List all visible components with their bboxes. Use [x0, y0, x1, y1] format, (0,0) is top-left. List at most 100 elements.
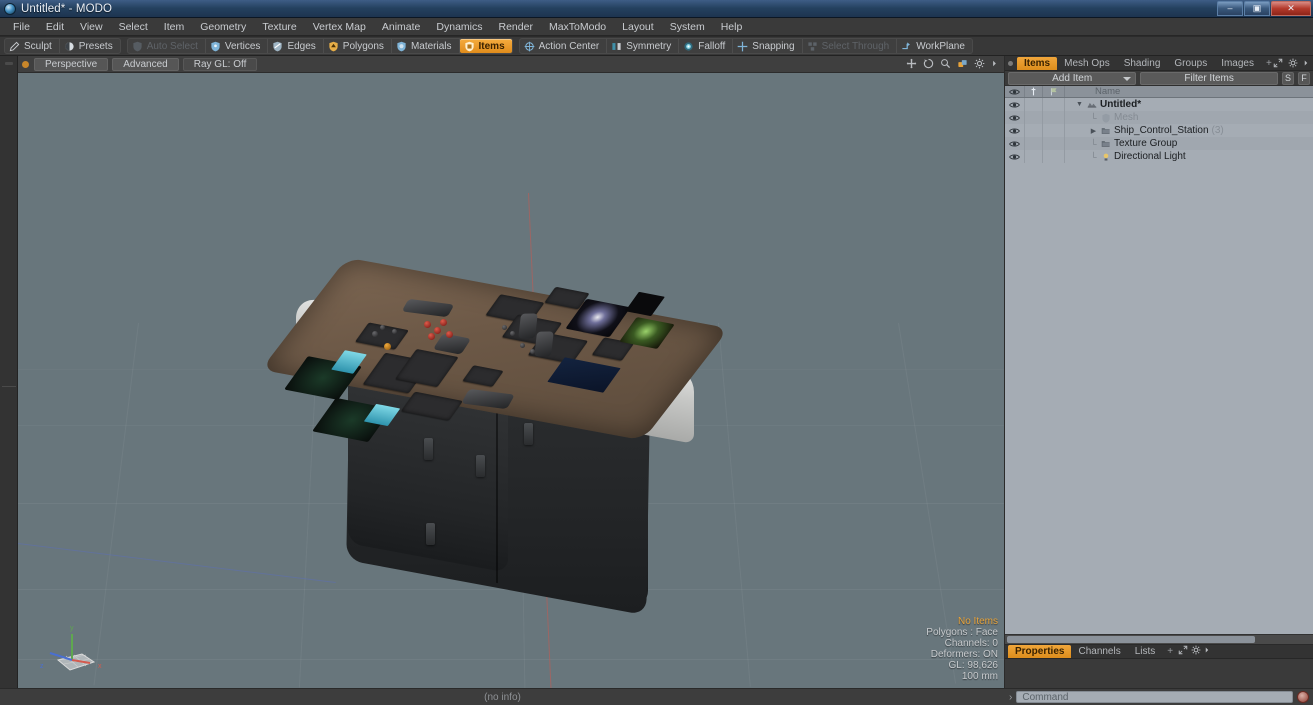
properties-more-arrow-icon[interactable] — [1204, 645, 1210, 655]
panel-menu-dot-icon[interactable] — [1008, 60, 1013, 66]
menu-file[interactable]: File — [5, 20, 38, 34]
zoom-magnifier-icon[interactable] — [940, 58, 951, 69]
menu-vertex-map[interactable]: Vertex Map — [305, 20, 374, 34]
menu-animate[interactable]: Animate — [374, 20, 429, 34]
mode-toolbar: Sculpt Presets Auto Select Vertices Edges Po… — [0, 37, 1313, 56]
left-tool-strip[interactable] — [0, 56, 18, 688]
pan-icon[interactable] — [906, 58, 917, 69]
item-list[interactable]: ▼ Untitled* └ Mesh ▶ Ship_Control_Station (3) └… — [1005, 98, 1313, 638]
visibility-toggle[interactable] — [1005, 111, 1025, 124]
menu-layout[interactable]: Layout — [614, 20, 662, 34]
menu-system[interactable]: System — [662, 20, 713, 34]
menu-edit[interactable]: Edit — [38, 20, 72, 34]
tab--[interactable]: + — [1162, 645, 1178, 658]
menu-dynamics[interactable]: Dynamics — [428, 20, 490, 34]
toolbar-button-presets[interactable]: Presets — [60, 39, 120, 53]
item-list-horizontal-scrollbar[interactable] — [1005, 634, 1313, 644]
column-pin-header[interactable] — [1025, 86, 1043, 97]
toolbar-button-sculpt[interactable]: Sculpt — [5, 39, 60, 53]
visibility-toggle[interactable] — [1005, 124, 1025, 137]
menu-select[interactable]: Select — [111, 20, 156, 34]
pin-toggle[interactable] — [1025, 150, 1043, 163]
tab-groups[interactable]: Groups — [1167, 57, 1214, 70]
maximize-button[interactable]: ▣ — [1244, 1, 1270, 16]
visibility-toggle[interactable] — [1005, 137, 1025, 150]
tree-elbow-icon: └ — [1090, 112, 1097, 123]
axis-gizmo[interactable]: z x y — [38, 620, 108, 676]
menu-texture[interactable]: Texture — [254, 20, 304, 34]
item-list-row[interactable]: └ Directional Light — [1005, 150, 1313, 163]
rotate-icon[interactable] — [923, 58, 934, 69]
item-list-toolbar: Add Item Filter Items S F — [1005, 71, 1313, 86]
tab-shading[interactable]: Shading — [1117, 57, 1168, 70]
tab-images[interactable]: Images — [1214, 57, 1261, 70]
visibility-toggle[interactable] — [1005, 150, 1025, 163]
scrollbar-thumb[interactable] — [1007, 636, 1255, 643]
filter-items-input[interactable]: Filter Items — [1140, 71, 1279, 85]
twisty-open-icon[interactable]: ▼ — [1075, 101, 1084, 108]
toolbar-button-edges[interactable]: Edges — [268, 39, 324, 53]
toolbar-button-symmetry[interactable]: Symmetry — [607, 39, 680, 53]
render-toggle[interactable] — [1043, 98, 1065, 111]
toolbar-button-workplane[interactable]: WorkPlane — [897, 39, 972, 53]
filter-folder-button[interactable]: F — [1298, 71, 1311, 85]
render-toggle[interactable] — [1043, 124, 1065, 137]
minimize-button[interactable]: – — [1217, 1, 1243, 16]
menu-help[interactable]: Help — [713, 20, 751, 34]
panel-settings-gear-icon[interactable] — [1288, 58, 1298, 68]
chevron-down-icon[interactable] — [1123, 76, 1132, 81]
model-ship-control-station[interactable] — [260, 233, 746, 633]
pin-toggle[interactable] — [1025, 98, 1043, 111]
menu-view[interactable]: View — [72, 20, 111, 34]
viewport-projection-selector[interactable]: Perspective — [34, 57, 109, 71]
menu-geometry[interactable]: Geometry — [192, 20, 254, 34]
tab-lists[interactable]: Lists — [1128, 645, 1163, 658]
panel-more-arrow-icon[interactable] — [1303, 58, 1309, 68]
tab-items[interactable]: Items — [1017, 56, 1058, 70]
viewport-shading-selector[interactable]: Advanced — [112, 57, 179, 71]
viewport-settings-gear-icon[interactable] — [974, 58, 985, 69]
item-list-row[interactable]: ▼ Untitled* — [1005, 98, 1313, 111]
viewport-raygl-toggle[interactable]: Ray GL: Off — [182, 57, 258, 71]
toolbar-button-polygons[interactable]: Polygons — [324, 39, 392, 53]
column-visibility-header[interactable] — [1005, 86, 1025, 97]
viewport-active-dot-icon[interactable] — [22, 60, 29, 68]
menu-render[interactable]: Render — [491, 20, 541, 34]
toolbar-button-action-center[interactable]: Action Center — [520, 39, 608, 53]
tab-channels[interactable]: Channels — [1071, 645, 1127, 658]
record-macro-icon[interactable] — [1297, 691, 1309, 703]
toolbar-button-falloff[interactable]: Falloff — [679, 39, 734, 53]
toolbar-button-vertices[interactable]: Vertices — [206, 39, 269, 53]
render-toggle[interactable] — [1043, 137, 1065, 150]
command-input[interactable]: Command — [1016, 691, 1293, 703]
toolbar-button-items[interactable]: Items — [459, 39, 512, 53]
viewport-more-arrow-icon[interactable] — [991, 58, 998, 69]
viewport-3d-canvas[interactable]: No Items Polygons : Face Channels: 0 Def… — [18, 73, 1004, 688]
item-list-row[interactable]: ▶ Ship_Control_Station (3) — [1005, 124, 1313, 137]
pin-toggle[interactable] — [1025, 124, 1043, 137]
item-list-row[interactable]: └ Texture Group — [1005, 137, 1313, 150]
item-list-row[interactable]: └ Mesh — [1005, 111, 1313, 124]
properties-settings-gear-icon[interactable] — [1191, 645, 1201, 655]
tab-properties[interactable]: Properties — [1008, 645, 1072, 658]
menu-item[interactable]: Item — [156, 20, 192, 34]
toolbar-button-materials[interactable]: Materials — [392, 39, 460, 53]
toolbar-button-snapping[interactable]: Snapping — [733, 39, 803, 53]
twisty-closed-icon[interactable]: ▶ — [1089, 127, 1098, 135]
maximize-panel-icon[interactable] — [1273, 58, 1283, 68]
pin-toggle[interactable] — [1025, 137, 1043, 150]
render-toggle[interactable] — [1043, 150, 1065, 163]
close-button[interactable]: ✕ — [1271, 1, 1311, 16]
visibility-toggle[interactable] — [1005, 98, 1025, 111]
filter-scene-button[interactable]: S — [1282, 71, 1295, 85]
maximize-properties-icon[interactable] — [1178, 645, 1188, 655]
fit-view-icon[interactable] — [957, 58, 968, 69]
menu-maxtomodo[interactable]: MaxToModo — [541, 20, 614, 34]
strip-collapse-handle[interactable] — [5, 62, 13, 65]
add-item-button[interactable]: Add Item — [1008, 71, 1137, 85]
pin-toggle[interactable] — [1025, 111, 1043, 124]
column-render-header[interactable] — [1043, 86, 1065, 97]
axis-label-z: z — [40, 663, 44, 670]
tab-mesh-ops[interactable]: Mesh Ops — [1057, 57, 1117, 70]
render-toggle[interactable] — [1043, 111, 1065, 124]
